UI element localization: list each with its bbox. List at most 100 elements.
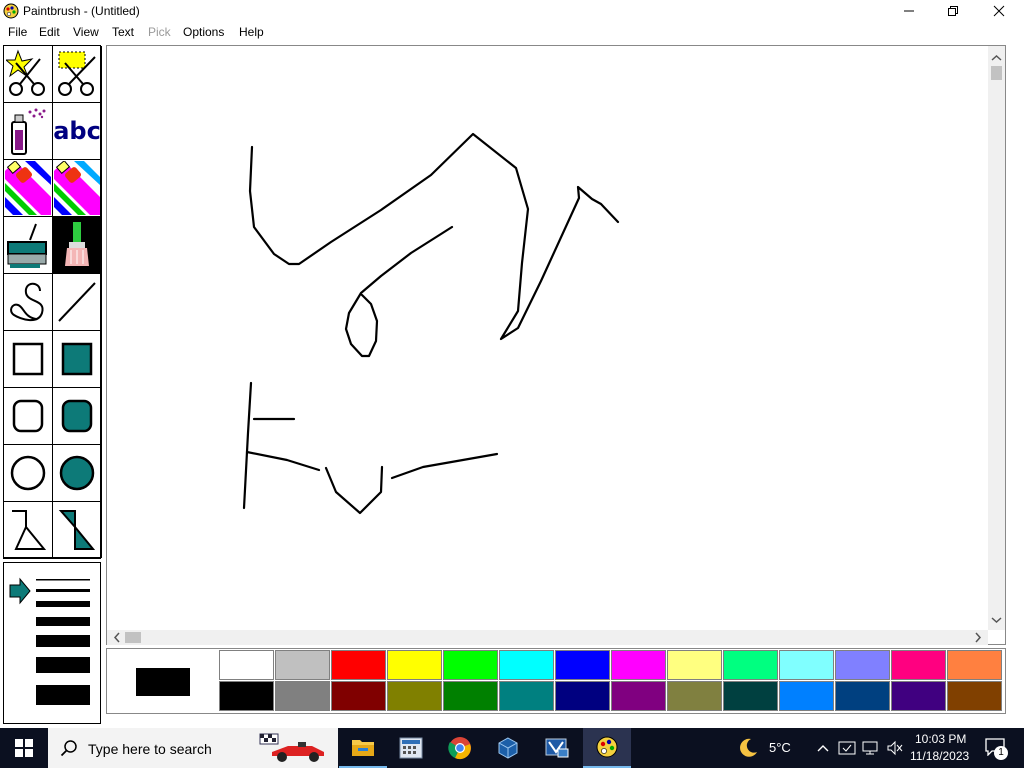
chrome-button[interactable]	[436, 728, 484, 768]
rounded-box-tool[interactable]	[4, 388, 53, 445]
color-swatch[interactable]	[443, 650, 498, 680]
color-swatch[interactable]	[723, 650, 778, 680]
color-swatch[interactable]	[443, 681, 498, 711]
menu-edit[interactable]: Edit	[39, 25, 60, 39]
color-swatch[interactable]	[891, 650, 946, 680]
menu-options[interactable]: Options	[183, 25, 224, 39]
calculator-icon	[399, 737, 423, 759]
eraser-tool[interactable]	[53, 160, 102, 217]
search-icon	[60, 740, 77, 757]
color-swatch[interactable]	[947, 681, 1002, 711]
color-swatch[interactable]	[555, 681, 610, 711]
canvas-drawing	[242, 132, 620, 515]
menu-pick[interactable]: Pick	[148, 25, 171, 39]
calculator-button[interactable]	[387, 728, 435, 768]
color-swatch[interactable]	[387, 681, 442, 711]
airbrush-tool[interactable]	[4, 103, 53, 160]
filled-box-icon	[61, 342, 93, 376]
minimize-button[interactable]	[886, 0, 932, 22]
color-swatch[interactable]	[499, 681, 554, 711]
search-placeholder: Type here to search	[88, 741, 212, 757]
file-explorer-icon	[352, 740, 374, 756]
pick-scissors-tool[interactable]	[53, 46, 102, 103]
color-swatch[interactable]	[835, 650, 890, 680]
menu-help[interactable]: Help	[239, 25, 264, 39]
paintbrush-taskbar-button[interactable]	[583, 728, 631, 768]
color-swatch[interactable]	[219, 650, 274, 680]
chrome-icon	[448, 737, 471, 760]
filled-rounded-box-tool[interactable]	[53, 388, 102, 445]
rounded-box-icon	[12, 399, 44, 433]
color-swatch[interactable]	[667, 681, 722, 711]
weather-widget[interactable]: 5°C	[733, 728, 813, 768]
paint-roller-tool[interactable]	[4, 217, 53, 274]
filled-polygon-tool[interactable]	[53, 502, 102, 558]
vmware-button[interactable]	[533, 728, 581, 768]
filled-polygon-icon	[58, 509, 96, 550]
filled-box-tool[interactable]	[53, 331, 102, 388]
menu-view[interactable]: View	[73, 25, 99, 39]
color-swatch[interactable]	[835, 681, 890, 711]
current-colors	[108, 650, 218, 712]
chevron-up-icon[interactable]	[816, 742, 830, 754]
volume-muted-icon[interactable]	[886, 740, 904, 756]
color-swatch[interactable]	[611, 650, 666, 680]
file-explorer-button[interactable]	[339, 728, 387, 768]
close-button[interactable]	[976, 0, 1022, 22]
color-swatch[interactable]	[219, 681, 274, 711]
network-icon[interactable]	[862, 740, 880, 756]
color-swatch[interactable]	[779, 650, 834, 680]
drawing-canvas[interactable]	[106, 45, 1006, 645]
restore-button[interactable]	[930, 0, 976, 22]
security-icon[interactable]	[838, 740, 856, 756]
color-swatch[interactable]	[555, 650, 610, 680]
color-swatch[interactable]	[891, 681, 946, 711]
color-swatch[interactable]	[779, 681, 834, 711]
color-swatch[interactable]	[275, 650, 330, 680]
scissors-tool[interactable]	[4, 46, 53, 103]
line-tool[interactable]	[53, 274, 102, 331]
weather-temperature: 5°C	[769, 740, 791, 755]
color-eraser-tool[interactable]	[4, 160, 53, 217]
color-swatch[interactable]	[723, 681, 778, 711]
curve-tool[interactable]	[4, 274, 53, 331]
color-swatch[interactable]	[331, 650, 386, 680]
color-swatch[interactable]	[499, 650, 554, 680]
clock[interactable]: 10:03 PM 11/18/2023	[906, 728, 974, 768]
line-widths[interactable]	[4, 563, 100, 723]
menu-file[interactable]: File	[8, 25, 27, 39]
circle-tool[interactable]	[4, 445, 53, 502]
scroll-down-icon	[991, 617, 1002, 624]
menu-bar: File Edit View Text Pick Options Help	[0, 22, 1024, 42]
line-icon	[58, 282, 96, 322]
minimize-icon	[904, 10, 914, 12]
scroll-thumb	[991, 66, 1002, 80]
brush-tool[interactable]	[53, 217, 102, 274]
horizontal-scrollbar[interactable]	[107, 630, 988, 645]
color-swatch[interactable]	[611, 681, 666, 711]
box-tool[interactable]	[4, 331, 53, 388]
filled-circle-tool[interactable]	[53, 445, 102, 502]
paint-roller-icon	[7, 223, 47, 268]
brush-icon	[65, 222, 89, 266]
scroll-thumb-horizontal	[125, 632, 141, 643]
color-swatch[interactable]	[331, 681, 386, 711]
title-bar: Paintbrush - (Untitled)	[0, 0, 1024, 22]
color-swatch[interactable]	[275, 681, 330, 711]
menu-text[interactable]: Text	[112, 25, 134, 39]
text-tool-icon: abc	[53, 117, 101, 145]
vertical-scrollbar[interactable]	[988, 46, 1005, 630]
text-tool[interactable]: abc	[53, 103, 102, 160]
color-swatch[interactable]	[387, 650, 442, 680]
arrow-right-icon	[9, 577, 31, 605]
toolbox: abc	[3, 45, 102, 559]
scissors-icon	[6, 49, 45, 96]
notification-center-button[interactable]: 1	[980, 728, 1024, 768]
color-swatch[interactable]	[667, 650, 722, 680]
palette-swatches	[219, 650, 1004, 712]
start-button[interactable]	[0, 728, 48, 768]
virtualbox-button[interactable]	[484, 728, 532, 768]
polygon-tool[interactable]	[4, 502, 53, 558]
airbrush-icon	[11, 108, 46, 155]
color-swatch[interactable]	[947, 650, 1002, 680]
